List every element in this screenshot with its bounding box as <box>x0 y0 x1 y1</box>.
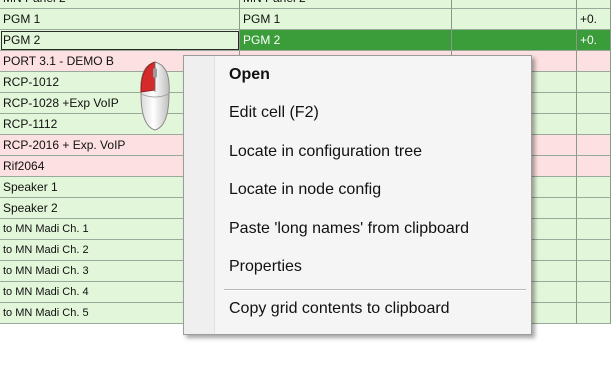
table-cell[interactable]: MN Panel 2 <box>0 0 240 9</box>
table-cell[interactable] <box>577 135 611 156</box>
mouse-left-click-icon <box>140 61 170 131</box>
menu-item-locate-configuration-tree[interactable]: Locate in configuration tree <box>229 143 422 161</box>
table-cell[interactable] <box>577 156 611 177</box>
table-row[interactable]: PGM 2 PGM 2 +0. <box>0 30 611 51</box>
table-cell[interactable]: MN Panel 2 <box>240 0 452 9</box>
table-cell[interactable]: PGM 2 <box>0 30 240 51</box>
table-cell[interactable] <box>577 93 611 114</box>
table-cell[interactable]: +0. <box>577 30 611 51</box>
table-cell[interactable] <box>577 51 611 72</box>
menu-separator <box>224 289 526 291</box>
table-cell[interactable]: +0. <box>577 9 611 30</box>
table-cell[interactable] <box>577 282 611 303</box>
table-cell[interactable]: PGM 1 <box>0 9 240 30</box>
context-menu: Open Edit cell (F2) Locate in configurat… <box>183 55 532 335</box>
table-cell[interactable] <box>577 177 611 198</box>
table-cell[interactable] <box>577 261 611 282</box>
table-cell[interactable]: PGM 1 <box>240 9 452 30</box>
menu-item-locate-node-config[interactable]: Locate in node config <box>229 181 381 199</box>
table-cell[interactable] <box>577 114 611 135</box>
table-cell[interactable] <box>577 72 611 93</box>
table-row[interactable]: PGM 1 PGM 1 +0. <box>0 9 611 30</box>
table-cell[interactable]: PGM 2 <box>240 30 452 51</box>
table-cell[interactable] <box>452 9 577 30</box>
table-cell[interactable] <box>577 219 611 240</box>
table-cell[interactable] <box>577 0 611 9</box>
table-cell[interactable] <box>577 303 611 324</box>
menu-item-properties[interactable]: Properties <box>229 258 302 276</box>
menu-icon-gutter <box>184 56 215 334</box>
menu-item-edit-cell[interactable]: Edit cell (F2) <box>229 104 319 122</box>
menu-item-copy-grid[interactable]: Copy grid contents to clipboard <box>229 300 450 318</box>
table-cell[interactable] <box>452 30 577 51</box>
menu-item-paste-long-names[interactable]: Paste 'long names' from clipboard <box>229 220 469 238</box>
table-row[interactable]: MN Panel 2MN Panel 2 <box>0 0 611 9</box>
table-cell[interactable] <box>452 0 577 9</box>
table-cell[interactable] <box>577 240 611 261</box>
table-cell[interactable] <box>577 198 611 219</box>
menu-item-open[interactable]: Open <box>229 66 270 84</box>
